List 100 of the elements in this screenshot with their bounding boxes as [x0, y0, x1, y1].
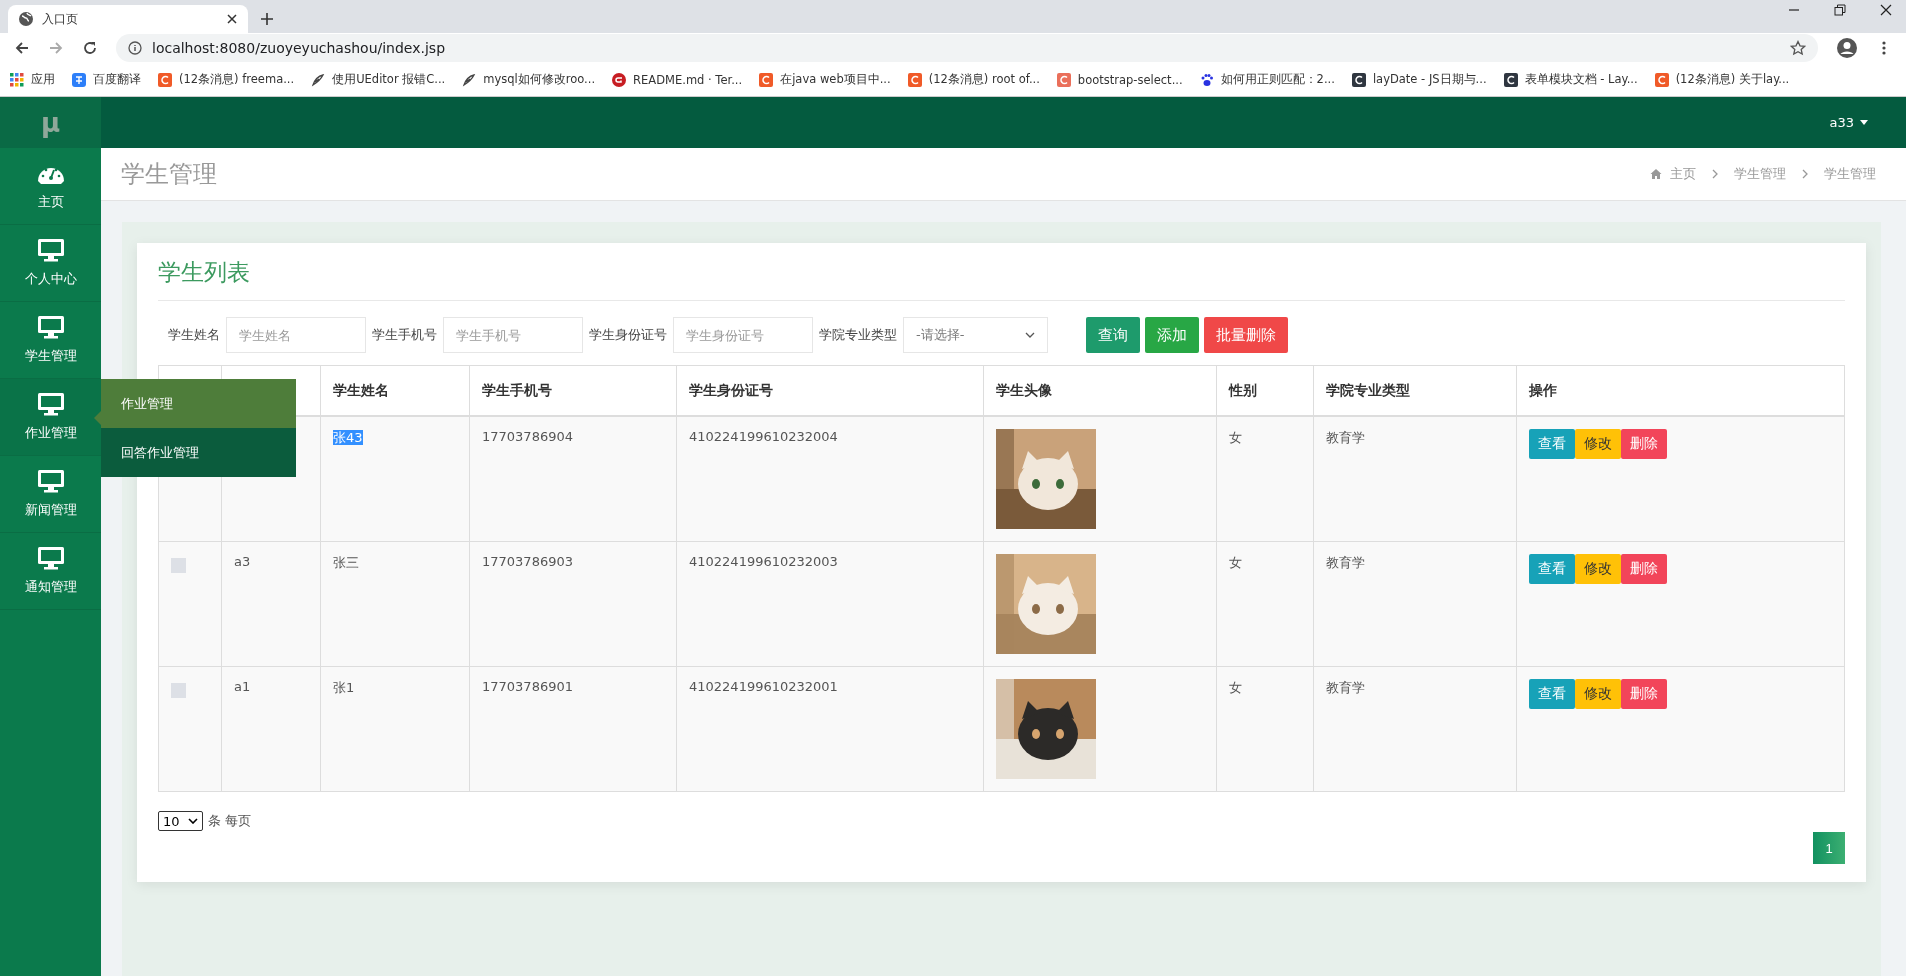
chevron-icon	[1712, 169, 1718, 179]
site-icon	[1654, 72, 1669, 87]
site-icon	[907, 72, 922, 87]
row-action-button[interactable]: 修改	[1575, 429, 1621, 459]
column-header: 学院专业类型	[1326, 381, 1410, 398]
profile-icon[interactable]	[1836, 37, 1858, 59]
site-icon	[158, 72, 172, 87]
row-action-button[interactable]: 修改	[1575, 554, 1621, 584]
action-button[interactable]: 批量删除	[1204, 317, 1288, 353]
logo: μ	[40, 107, 61, 138]
bookmark[interactable]: (12条消息) 关于lay...	[1654, 72, 1790, 87]
bookmark[interactable]: README.md · Ter...	[612, 72, 743, 87]
column-header: 学生手机号	[482, 381, 552, 398]
address-bar[interactable]: localhost:8080/zuoyeyuchashou/index.jsp	[116, 34, 1818, 62]
table-cell: a3	[234, 554, 251, 569]
table-cell: 教育学	[1326, 555, 1365, 570]
new-tab-icon[interactable]	[260, 12, 274, 26]
checkbox[interactable]	[171, 683, 186, 698]
caret-icon	[1860, 120, 1868, 125]
chevron-icon	[1802, 169, 1808, 179]
filter-label: 学生手机号	[372, 326, 437, 344]
row-action-button[interactable]: 删除	[1621, 679, 1667, 709]
bookmark[interactable]: mysql如何修改roo...	[462, 72, 596, 87]
bookmark[interactable]: 应用	[10, 72, 55, 87]
breadcrumb-item: 学生管理	[1824, 165, 1876, 183]
table-cell: a1	[234, 679, 251, 694]
row-action-button[interactable]: 删除	[1621, 554, 1667, 584]
site-icon	[612, 72, 627, 87]
card-title: 学生列表	[158, 257, 1845, 301]
search-field[interactable]: 学生身份证号	[673, 317, 813, 353]
paw-icon	[1199, 72, 1214, 87]
site-icon	[72, 72, 86, 87]
reload-icon[interactable]	[82, 40, 98, 56]
table-cell: 张三	[333, 555, 359, 570]
globe-icon	[18, 11, 34, 27]
breadcrumb-item: 学生管理	[1734, 165, 1786, 183]
search-field[interactable]: 学生手机号	[443, 317, 583, 353]
column-header: 学生头像	[996, 381, 1052, 398]
column-header: 学生姓名	[333, 381, 389, 398]
site-icon	[759, 72, 774, 87]
row-action-button[interactable]: 修改	[1575, 679, 1621, 709]
filter-label: 学生身份证号	[589, 326, 667, 344]
chevron-down-icon	[1025, 332, 1035, 338]
bookmark[interactable]: 使用UEditor 报错C...	[311, 72, 446, 87]
bookmark[interactable]: 如何用正则匹配：2...	[1199, 72, 1335, 87]
bookmark[interactable]: 在java web项目中...	[759, 72, 891, 87]
filter-label: 学院专业类型	[819, 326, 897, 344]
page-size-label: 条 每页	[208, 812, 252, 830]
checkbox[interactable]	[171, 558, 186, 573]
feather-icon	[311, 72, 326, 87]
info-icon	[128, 41, 142, 55]
site-icon	[1351, 72, 1366, 87]
close-icon[interactable]	[226, 13, 238, 25]
table-cell: 17703786901	[482, 679, 573, 694]
chevron-down-icon	[188, 818, 198, 824]
table-cell: 教育学	[1326, 430, 1365, 445]
tab-title: 入口页	[42, 10, 79, 28]
back-icon[interactable]	[14, 40, 30, 56]
action-button[interactable]: 查询	[1086, 317, 1140, 353]
bookmark[interactable]: (12条消息) freema...	[158, 72, 295, 87]
table-cell: 410224199610232003	[689, 554, 838, 569]
page-size-select[interactable]: 10	[158, 811, 203, 831]
monitor-icon	[36, 469, 65, 493]
site-icon	[1056, 72, 1071, 87]
feather-icon	[462, 72, 477, 87]
bookmark[interactable]: 表单模块文档 - Lay...	[1503, 72, 1638, 87]
table-cell: 女	[1229, 555, 1242, 570]
bookmark[interactable]: (12条消息) root of...	[907, 72, 1040, 87]
sidebar-item[interactable]: 作业管理	[0, 379, 101, 456]
bookmark[interactable]: bootstrap-select...	[1056, 72, 1183, 87]
user-menu[interactable]: a33	[1829, 115, 1868, 130]
dropdown[interactable]: -请选择-	[903, 317, 1048, 353]
bookmark[interactable]: 百度翻译	[72, 72, 141, 87]
table-cell: 17703786904	[482, 429, 573, 444]
column-header: 操作	[1529, 381, 1557, 398]
submenu-item[interactable]: 回答作业管理	[101, 428, 296, 477]
table-cell: 张1	[333, 680, 355, 695]
monitor-icon	[36, 546, 65, 570]
monitor-icon	[36, 238, 65, 262]
table-cell: 女	[1229, 430, 1242, 445]
site-icon	[1503, 72, 1518, 87]
row-action-button[interactable]: 删除	[1621, 429, 1667, 459]
close-icon[interactable]	[1880, 4, 1892, 16]
home-icon	[1650, 168, 1662, 180]
column-header: 性别	[1229, 381, 1257, 398]
monitor-icon	[36, 315, 65, 339]
restore-icon[interactable]	[1834, 4, 1846, 16]
page-title: 学生管理	[121, 159, 217, 190]
filter-label: 学生姓名	[168, 326, 220, 344]
bookmark[interactable]: layDate - JS日期与...	[1351, 72, 1487, 87]
star-icon[interactable]	[1790, 40, 1806, 56]
table-cell: 17703786903	[482, 554, 573, 569]
table-cell: 教育学	[1326, 680, 1365, 695]
grid-icon	[10, 72, 24, 87]
table-cell: 张43	[333, 430, 363, 445]
search-field[interactable]: 学生姓名	[226, 317, 366, 353]
submenu-item[interactable]: 作业管理	[101, 379, 296, 428]
pointer-icon	[94, 411, 101, 425]
table-cell: 410224199610232004	[689, 429, 838, 444]
browser-tab[interactable]: 入口页	[8, 5, 248, 33]
